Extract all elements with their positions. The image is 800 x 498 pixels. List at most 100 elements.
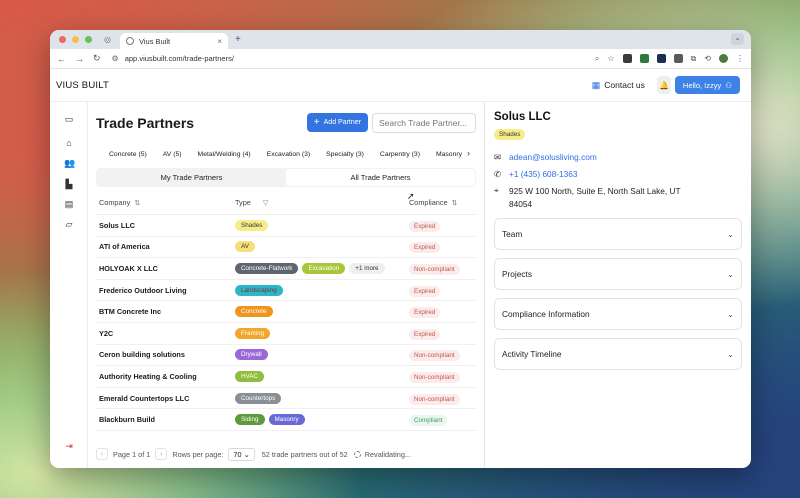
add-partner-button[interactable]: + Add Partner xyxy=(306,113,368,132)
trade-partners-panel: Trade Partners + Add Partner Concrete (5… xyxy=(88,102,485,468)
profile-avatar[interactable] xyxy=(719,54,728,63)
company-name: ATI of America xyxy=(99,242,150,252)
close-tab-icon[interactable]: × xyxy=(217,37,222,46)
more-tags-badge[interactable]: +1 more xyxy=(349,262,385,274)
filter-chip[interactable]: Metal/Welding (4) xyxy=(198,151,251,158)
compliance-cell: Expired xyxy=(409,242,476,254)
minimize-window-button[interactable] xyxy=(72,36,79,43)
section-projects[interactable]: Projects ⌄ xyxy=(494,258,742,290)
next-page-button[interactable]: › xyxy=(155,448,168,460)
phone-link[interactable]: +1 (435) 608-1363 xyxy=(509,169,578,179)
section-compliance-information[interactable]: Compliance Information ⌄ xyxy=(494,298,742,330)
section-label: Team xyxy=(502,229,523,239)
table-row[interactable]: Emerald Countertops LLC Countertops Non-co… xyxy=(96,388,476,410)
contact-us-link[interactable]: ▦ Contact us xyxy=(592,80,645,91)
chart-icon[interactable]: ▙ xyxy=(64,179,74,189)
chevron-right-icon[interactable]: › xyxy=(463,148,470,158)
column-header-company[interactable]: Company ⇅ xyxy=(99,198,235,207)
folder-icon[interactable]: ▱ xyxy=(64,219,74,229)
table-row[interactable]: ATI of America AV Expired xyxy=(96,237,476,259)
table-row[interactable]: Ceron building solutions Drywall Non-compl… xyxy=(96,345,476,367)
sync-icon[interactable]: ⟲ xyxy=(704,54,711,63)
column-header-compliance[interactable]: Compliance ⇅ xyxy=(409,198,476,207)
table-row[interactable]: HOLYOAK X LLC Concrete-Flatwork Excavation… xyxy=(96,258,476,280)
calendar-icon: ▦ xyxy=(591,79,601,90)
new-tab-button[interactable]: + xyxy=(235,34,241,45)
filter-chip[interactable]: Concrete (5) xyxy=(109,151,147,158)
url-field[interactable]: ⚙ app.viusbuilt.com/trade-partners/ xyxy=(110,51,595,66)
status-badge: Non-compliant xyxy=(409,371,460,383)
users-icon[interactable]: 👥 xyxy=(64,158,75,168)
filter-chip[interactable]: Carpentry (3) xyxy=(380,151,420,158)
table-body: Solus LLC Shades Expired ATI of America AV Ex… xyxy=(96,215,476,431)
clipboard-icon[interactable]: ▤ xyxy=(64,199,74,209)
globe-icon xyxy=(125,37,134,45)
more-menu-icon[interactable]: ⋮ xyxy=(736,54,744,63)
filter-icon[interactable]: ▽ xyxy=(263,200,268,207)
rows-per-page-value: 70 xyxy=(233,449,242,459)
status-badge: Compliant xyxy=(409,415,448,427)
bell-icon: 🔔 xyxy=(658,80,669,90)
prev-page-button[interactable]: ‹ xyxy=(96,448,108,460)
site-info-icon[interactable]: ⚙ xyxy=(112,54,119,63)
chevron-down-icon: ⌄ xyxy=(727,349,734,359)
user-menu-button[interactable]: Hello, Izzyy ⚇ xyxy=(674,76,740,94)
tab-group-icon[interactable]: ◎ xyxy=(104,35,111,44)
zoom-icon[interactable]: ⌕ xyxy=(595,54,599,64)
browser-window: ◎ Vius Built × + ⌄ ← → ↻ ⚙ app.viusbuilt… xyxy=(50,30,751,468)
company-name: BTM Concrete Inc xyxy=(99,307,162,317)
type-tags: Countertops xyxy=(235,392,409,404)
logout-icon[interactable]: ⇥ xyxy=(64,441,74,451)
column-header-type[interactable]: Type ▽ xyxy=(235,198,409,207)
status-badge: Expired xyxy=(409,307,441,319)
search-input[interactable] xyxy=(372,112,476,133)
extension-icon[interactable] xyxy=(673,54,683,63)
table-row[interactable]: Authority Heating & Cooling HVAC Non-compl… xyxy=(96,366,476,388)
page-title: Trade Partners xyxy=(96,114,195,131)
filter-chip[interactable]: Masonry xyxy=(436,151,462,158)
extension-icon[interactable] xyxy=(639,54,649,63)
type-tags: Drywall xyxy=(235,349,409,361)
chevron-down-icon: ⌄ xyxy=(727,309,734,319)
type-tags: Landscaping xyxy=(235,284,409,296)
compliance-cell: Expired xyxy=(409,328,476,340)
back-icon[interactable]: ← xyxy=(57,54,66,64)
bookmark-star-icon[interactable]: ☆ xyxy=(607,54,614,63)
maximize-window-button[interactable] xyxy=(85,36,92,43)
notifications-button[interactable]: 🔔 xyxy=(656,76,671,94)
sort-icon[interactable]: ⇅ xyxy=(134,200,140,207)
home-icon[interactable]: ⌂ xyxy=(64,138,74,148)
extensions-puzzle-icon[interactable]: ⧉ xyxy=(691,54,697,64)
table-row[interactable]: BTM Concrete Inc Concrete Expired xyxy=(96,301,476,323)
close-window-button[interactable] xyxy=(59,36,66,43)
table-row[interactable]: Frederico Outdoor Living Landscaping Expir… xyxy=(96,280,476,302)
filter-chip[interactable]: AV (5) xyxy=(163,151,182,158)
total-count: 52 trade partners out of 52 xyxy=(261,449,348,459)
filter-chip[interactable]: Excavation (3) xyxy=(267,151,310,158)
email-link[interactable]: adean@solusliving.com xyxy=(509,152,597,162)
section-activity-timeline[interactable]: Activity Timeline ⌄ xyxy=(494,338,742,370)
chevron-down-icon[interactable]: ⌄ xyxy=(731,33,744,45)
extension-icon[interactable] xyxy=(656,54,666,63)
table-row[interactable]: Blackburn Build Siding Masonry Compliant xyxy=(96,409,476,431)
brand-logo[interactable]: VIUS BUILT xyxy=(56,80,592,91)
sort-icon[interactable]: ⇅ xyxy=(452,200,458,207)
status-badge: Expired xyxy=(409,328,441,340)
table-row[interactable]: Solus LLC Shades Expired xyxy=(96,215,476,237)
section-team[interactable]: Team ⌄ xyxy=(494,218,742,250)
tab-all-trade-partners[interactable]: All Trade Partners xyxy=(286,169,475,186)
compliance-cell: Expired xyxy=(409,307,476,319)
status-badge: Expired xyxy=(409,285,441,297)
browser-tab[interactable]: Vius Built × xyxy=(119,33,228,49)
address-bar: ← → ↻ ⚙ app.viusbuilt.com/trade-partners… xyxy=(50,49,751,69)
extension-icon[interactable] xyxy=(622,54,632,63)
filter-chip[interactable]: Specialty (3) xyxy=(326,151,364,158)
reload-icon[interactable]: ↻ xyxy=(93,53,101,64)
panel-icon[interactable]: ▭ xyxy=(64,114,74,124)
type-tag: Siding xyxy=(235,414,265,426)
tab-my-trade-partners[interactable]: My Trade Partners xyxy=(97,169,286,186)
section-label: Projects xyxy=(502,269,532,279)
rows-per-page-select[interactable]: 70 ⌄ xyxy=(228,447,255,461)
forward-icon[interactable]: → xyxy=(75,54,84,64)
table-row[interactable]: Y2C Framing Expired xyxy=(96,323,476,345)
